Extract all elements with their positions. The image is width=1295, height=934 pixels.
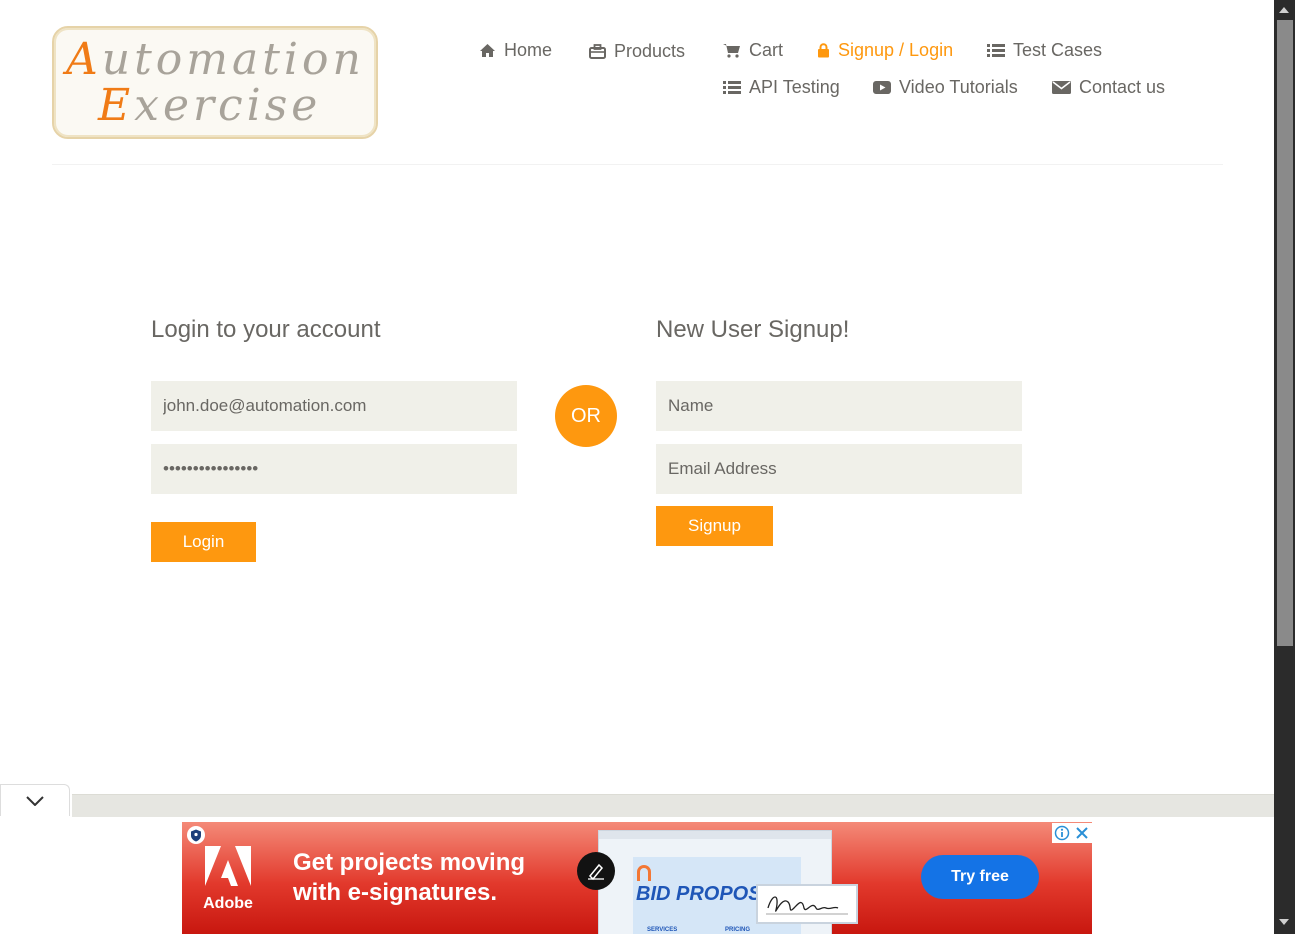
youtube-icon xyxy=(873,81,891,94)
lock-icon xyxy=(818,43,829,58)
signup-email-field[interactable] xyxy=(656,444,1022,494)
ad-close-icon[interactable] xyxy=(1072,823,1092,843)
nav-signup-login[interactable]: Signup / Login xyxy=(817,40,953,61)
scrollbar-thumb[interactable] xyxy=(1277,20,1293,646)
adobe-ad-banner[interactable]: Adobe Get projects moving with e-signatu… xyxy=(182,822,1092,934)
scroll-down-arrow-icon[interactable] xyxy=(1279,919,1289,925)
login-email-field[interactable] xyxy=(151,381,517,431)
ad-headline: Get projects moving with e-signatures. xyxy=(293,848,525,908)
preview-doc-title: BID PROPOS xyxy=(636,883,762,905)
envelope-icon xyxy=(1052,81,1071,94)
list-icon xyxy=(987,44,1005,57)
login-password-field[interactable] xyxy=(151,444,517,494)
preview-logo-icon xyxy=(637,865,651,881)
nav-products[interactable]: Products xyxy=(589,41,685,62)
adobe-a-icon xyxy=(205,846,251,886)
nav-home[interactable]: Home xyxy=(479,40,552,61)
nav-test-cases[interactable]: Test Cases xyxy=(987,40,1102,61)
scroll-up-arrow-icon[interactable] xyxy=(1279,7,1289,13)
briefcase-icon xyxy=(589,44,606,59)
nav-api-testing-label: API Testing xyxy=(749,77,840,97)
adobe-brand-text: Adobe xyxy=(203,895,253,912)
ad-info-icon[interactable] xyxy=(1052,823,1072,843)
home-icon xyxy=(480,44,495,57)
adobe-logo: Adobe xyxy=(200,846,256,913)
signature-pen-icon xyxy=(577,852,615,890)
preview-titlebar xyxy=(599,831,831,839)
site-logo[interactable]: Automation Exercise xyxy=(52,26,378,139)
nav-video-tutorials-label: Video Tutorials xyxy=(899,77,1018,97)
adchoices-controls xyxy=(1052,823,1092,843)
nav-products-label: Products xyxy=(614,41,686,61)
nav-signup-login-label: Signup / Login xyxy=(838,40,954,60)
nav-cart[interactable]: Cart xyxy=(723,40,783,61)
or-divider-badge: OR xyxy=(555,385,617,447)
signup-button[interactable]: Signup xyxy=(656,506,773,546)
header-divider xyxy=(52,164,1223,165)
preview-tag-pricing: PRICING xyxy=(725,927,751,933)
nav-test-cases-label: Test Cases xyxy=(1013,40,1103,60)
logo-line-2: Exercise xyxy=(98,80,322,131)
nav-video-tutorials[interactable]: Video Tutorials xyxy=(873,77,1018,98)
page-scrollbar[interactable] xyxy=(1274,0,1295,934)
ad-collapse-button[interactable] xyxy=(0,784,70,816)
ad-container-bar xyxy=(72,794,1274,817)
nav-cart-label: Cart xyxy=(749,40,784,60)
cart-icon xyxy=(723,44,740,58)
nav-api-testing[interactable]: API Testing xyxy=(723,77,840,98)
signature-box xyxy=(756,884,858,924)
signature-scribble-icon xyxy=(766,896,848,915)
login-title: Login to your account xyxy=(151,316,381,343)
nav-contact-us[interactable]: Contact us xyxy=(1052,77,1165,98)
ad-headline-line-1: Get projects moving xyxy=(293,849,526,876)
logo-line-1: Automation xyxy=(66,34,365,85)
privacy-shield-icon[interactable] xyxy=(187,826,205,844)
ad-headline-line-2: with e-signatures. xyxy=(293,879,498,906)
signup-name-field[interactable] xyxy=(656,381,1022,431)
signup-title: New User Signup! xyxy=(656,316,850,343)
try-free-button[interactable]: Try free xyxy=(921,855,1039,899)
chevron-down-icon xyxy=(26,795,44,806)
list-icon xyxy=(723,81,741,94)
nav-contact-us-label: Contact us xyxy=(1079,77,1166,97)
nav-home-label: Home xyxy=(504,40,553,60)
login-button[interactable]: Login xyxy=(151,522,256,562)
preview-tag-services: SERVICES xyxy=(647,927,678,933)
